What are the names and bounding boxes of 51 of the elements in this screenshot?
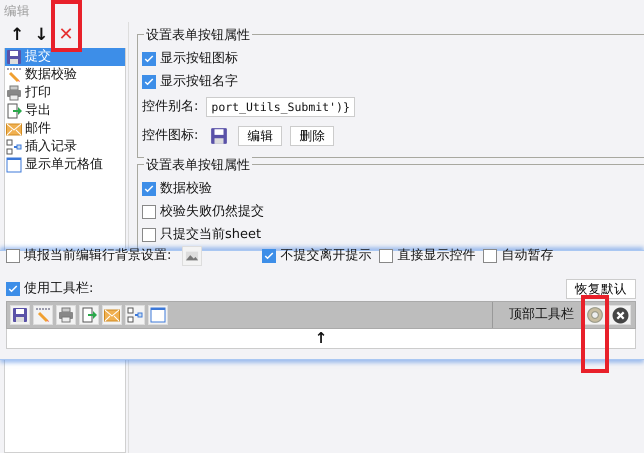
close-icon — [612, 306, 628, 324]
checkbox[interactable] — [142, 182, 156, 196]
list-item[interactable]: 邮件 — [5, 120, 125, 138]
list-item[interactable]: 插入记录 — [5, 138, 125, 156]
settings-button[interactable] — [584, 305, 606, 325]
alias-field[interactable]: port_Utils_Submit')} — [206, 97, 355, 117]
checkbox-label: 填报当前编辑行背景设置: — [24, 247, 172, 266]
export-icon — [81, 307, 97, 323]
checkbox[interactable] — [483, 249, 498, 263]
toolbar-position-label: 顶部工具栏 — [509, 306, 574, 324]
checkbox-label: 显示按钮名字 — [160, 72, 238, 91]
list-item[interactable]: 显示单元格值 — [5, 156, 125, 174]
up-arrow: ↑ — [314, 328, 328, 350]
checkbox-label: 直接显示控件 — [397, 247, 476, 266]
checkbox-label: 不提交离开提示 — [280, 247, 372, 266]
move-down-button[interactable]: ↓ — [34, 26, 48, 44]
reset-button[interactable]: 恢复默认 — [566, 279, 636, 299]
checkbox[interactable] — [142, 228, 156, 242]
checkbox[interactable] — [142, 74, 156, 88]
checkbox[interactable] — [142, 204, 156, 218]
checkbox-label: 使用工具栏: — [24, 280, 94, 298]
checkbox[interactable] — [6, 282, 20, 296]
checkbox-label: 自动暂存 — [501, 247, 554, 266]
checkbox-label: 数据校验 — [160, 180, 212, 198]
printer-icon — [58, 307, 74, 323]
window-icon — [150, 307, 166, 323]
list-item[interactable]: 打印 — [5, 84, 125, 102]
list-item[interactable]: 导出 — [5, 102, 125, 120]
field-label: 控件图标: — [142, 127, 198, 146]
checkbox-label: 只提交当前sheet — [160, 226, 262, 244]
gear-icon — [586, 306, 604, 324]
checkbox-label: 校验失败仍然提交 — [160, 202, 264, 221]
checkbox-label: 显示按钮图标 — [160, 50, 238, 68]
move-up-button[interactable]: ↑ — [10, 26, 24, 44]
checkbox[interactable] — [142, 52, 156, 66]
pencil-icon — [6, 67, 22, 83]
pencil-icon — [35, 307, 51, 323]
image-button[interactable] — [182, 246, 202, 266]
list-item[interactable]: 数据校验 — [5, 66, 125, 84]
checkbox[interactable] — [6, 249, 20, 263]
window-title: 编辑 — [3, 2, 31, 20]
delete-button[interactable]: ✕ — [58, 26, 74, 44]
checkbox[interactable] — [262, 249, 276, 263]
checkbox[interactable] — [379, 249, 394, 263]
envelope-icon — [104, 307, 120, 323]
image-icon — [185, 249, 200, 263]
field-label: 控件别名: — [142, 98, 198, 116]
remove-button[interactable] — [609, 305, 631, 325]
delete-button[interactable]: 删除 — [290, 126, 334, 146]
insert-row-icon — [127, 307, 143, 323]
edit-button[interactable]: 编辑 — [238, 126, 282, 146]
